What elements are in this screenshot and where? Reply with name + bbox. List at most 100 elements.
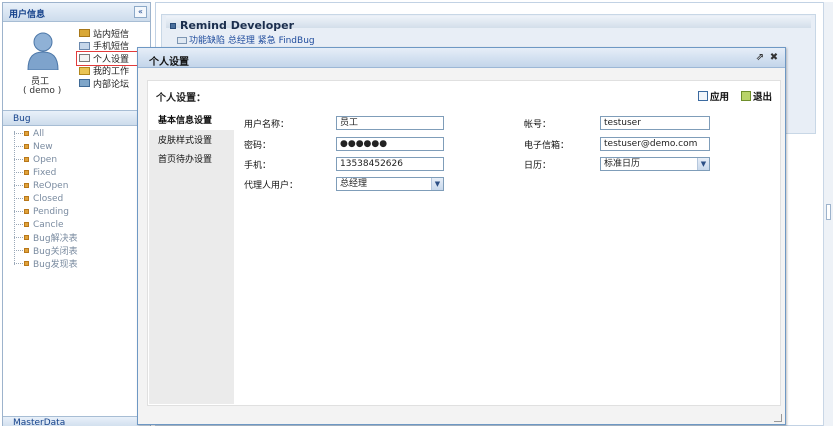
username-label: 用户名称： — [244, 120, 290, 130]
tree-item-bug-resolved-report[interactable]: Bug解决表 — [14, 231, 78, 244]
mobile-label: 手机： — [244, 161, 272, 171]
mail-icon — [79, 29, 90, 38]
chevron-down-icon: ▼ — [431, 178, 443, 190]
tree-item-new[interactable]: New — [14, 140, 78, 153]
exit-icon — [740, 91, 751, 101]
masterdata-panel-header[interactable]: MasterData — [3, 416, 150, 426]
pin-icon[interactable]: ⇗ — [755, 53, 765, 63]
personal-settings-dialog: 个人设置 ⇗ ✖ 个人设置： 应用 退出 基本信息设置 皮肤样式设置 首页待办设… — [137, 47, 786, 425]
proxy-user-value: 总经理 — [340, 179, 368, 189]
collapse-sidebar-button[interactable]: « — [134, 6, 147, 18]
right-splitter[interactable] — [823, 2, 833, 426]
node-icon — [24, 196, 29, 201]
tree-item-reopen[interactable]: ReOpen — [14, 179, 78, 192]
tab-basic-info[interactable]: 基本信息设置 — [149, 110, 236, 130]
tree-item-label: New — [33, 141, 53, 152]
tab-home-todo[interactable]: 首页待办设置 — [149, 149, 234, 169]
user-info-title: 用户信息 — [9, 10, 46, 20]
resize-handle-icon[interactable] — [774, 414, 782, 422]
left-sidebar: 用户信息 « 员工 ( demo ) 站内短信 手机短信 个人设置 我的工作 内… — [2, 2, 151, 426]
node-icon — [24, 248, 29, 253]
user-info-header: 用户信息 « — [3, 3, 150, 22]
apply-icon — [697, 91, 708, 101]
tree-item-open[interactable]: Open — [14, 153, 78, 166]
tree-item-label: Pending — [33, 206, 69, 217]
remind-title: Remind Developer — [170, 19, 294, 32]
tree-item-label: Open — [33, 154, 58, 165]
edit-icon — [79, 54, 90, 63]
tree-item-bug-found-report[interactable]: Bug发现表 — [14, 257, 78, 270]
tree-item-cancle[interactable]: Cancle — [14, 218, 78, 231]
tree-item-all[interactable]: All — [14, 127, 78, 140]
node-icon — [24, 157, 29, 162]
node-icon — [24, 209, 29, 214]
message-icon — [177, 37, 187, 44]
user-menu: 站内短信 手机短信 个人设置 我的工作 内部论坛 — [76, 27, 140, 90]
account-field[interactable]: testuser — [600, 116, 710, 130]
node-icon — [24, 144, 29, 149]
tree-item-label: Bug关闭表 — [33, 247, 78, 257]
menu-item-label: 我的工作 — [93, 67, 130, 78]
menu-item-my-work[interactable]: 我的工作 — [79, 65, 139, 78]
node-icon — [24, 222, 29, 227]
mobile-field[interactable]: 13538452626 — [336, 157, 444, 171]
exit-label: 退出 — [752, 92, 772, 103]
bug-panel-header[interactable]: Bug — [3, 110, 150, 126]
chevron-down-icon: ▼ — [697, 158, 709, 170]
menu-item-label: 站内短信 — [93, 29, 130, 40]
calendar-select[interactable]: 标准日历 ▼ — [600, 157, 710, 171]
tree-item-label: Cancle — [33, 219, 64, 230]
bug-tree: All New Open Fixed ReOpen Closed Pending… — [14, 127, 78, 270]
tree-item-label: Closed — [33, 193, 64, 204]
tree-item-bug-closed-report[interactable]: Bug关闭表 — [14, 244, 78, 257]
remind-title-text: Remind Developer — [180, 19, 295, 32]
menu-item-label: 内部论坛 — [93, 79, 130, 90]
user-card: 员工 ( demo ) 站内短信 手机短信 个人设置 我的工作 内部论坛 — [3, 23, 150, 105]
remind-bullet-icon — [170, 23, 176, 29]
settings-tabs: 基本信息设置 皮肤样式设置 首页待办设置 — [149, 110, 236, 404]
email-label: 电子信箱： — [524, 141, 570, 151]
proxy-user-label: 代理人用户： — [244, 181, 299, 191]
menu-item-label: 个人设置 — [93, 54, 130, 65]
dialog-title-bar[interactable]: 个人设置 ⇗ ✖ — [138, 48, 785, 68]
dialog-header: 个人设置： — [156, 93, 206, 104]
password-label: 密码： — [244, 141, 272, 151]
menu-item-forum[interactable]: 内部论坛 — [79, 77, 139, 90]
exit-button[interactable]: 退出 — [740, 89, 772, 103]
tree-item-pending[interactable]: Pending — [14, 205, 78, 218]
menu-item-site-messages[interactable]: 站内短信 — [79, 27, 139, 40]
tab-skin-style[interactable]: 皮肤样式设置 — [149, 130, 234, 150]
node-icon — [24, 235, 29, 240]
password-field[interactable]: ●●●●●● — [336, 137, 444, 151]
remind-item[interactable]: 功能缺陷 总经理 紧急 FindBug — [177, 33, 315, 46]
username-field[interactable]: 员工 — [336, 116, 444, 130]
proxy-user-select[interactable]: 总经理 ▼ — [336, 177, 444, 191]
node-icon — [24, 131, 29, 136]
phone-icon — [79, 41, 90, 50]
remind-item-text: 功能缺陷 总经理 紧急 FindBug — [189, 36, 315, 46]
tree-item-label: All — [33, 128, 45, 139]
menu-item-sms[interactable]: 手机短信 — [79, 40, 139, 53]
menu-item-personal-settings[interactable]: 个人设置 — [76, 51, 140, 66]
tree-item-fixed[interactable]: Fixed — [14, 166, 78, 179]
node-icon — [24, 183, 29, 188]
tree-item-label: ReOpen — [33, 180, 69, 191]
masterdata-panel-title: MasterData — [13, 418, 66, 426]
dialog-body: 个人设置： 应用 退出 基本信息设置 皮肤样式设置 首页待办设置 用户名称： 员… — [147, 80, 781, 406]
splitter-grip-icon — [826, 204, 831, 220]
calendar-label: 日历： — [524, 161, 552, 171]
node-icon — [24, 170, 29, 175]
account-label: 帐号： — [524, 120, 552, 130]
folder-icon — [79, 66, 90, 75]
user-role: ( demo ) — [23, 86, 62, 96]
tree-item-label: Bug解决表 — [33, 234, 78, 244]
tree-item-label: Bug发现表 — [33, 260, 78, 270]
calendar-value: 标准日历 — [604, 159, 641, 169]
close-icon[interactable]: ✖ — [769, 53, 779, 63]
basic-info-form: 用户名称： 员工 密码： ●●●●●● 手机： 13538452626 代理人用… — [236, 110, 780, 404]
menu-item-label: 手机短信 — [93, 42, 130, 53]
apply-label: 应用 — [709, 92, 729, 103]
tree-item-closed[interactable]: Closed — [14, 192, 78, 205]
email-field[interactable]: testuser@demo.com — [600, 137, 710, 151]
apply-button[interactable]: 应用 — [697, 89, 729, 103]
